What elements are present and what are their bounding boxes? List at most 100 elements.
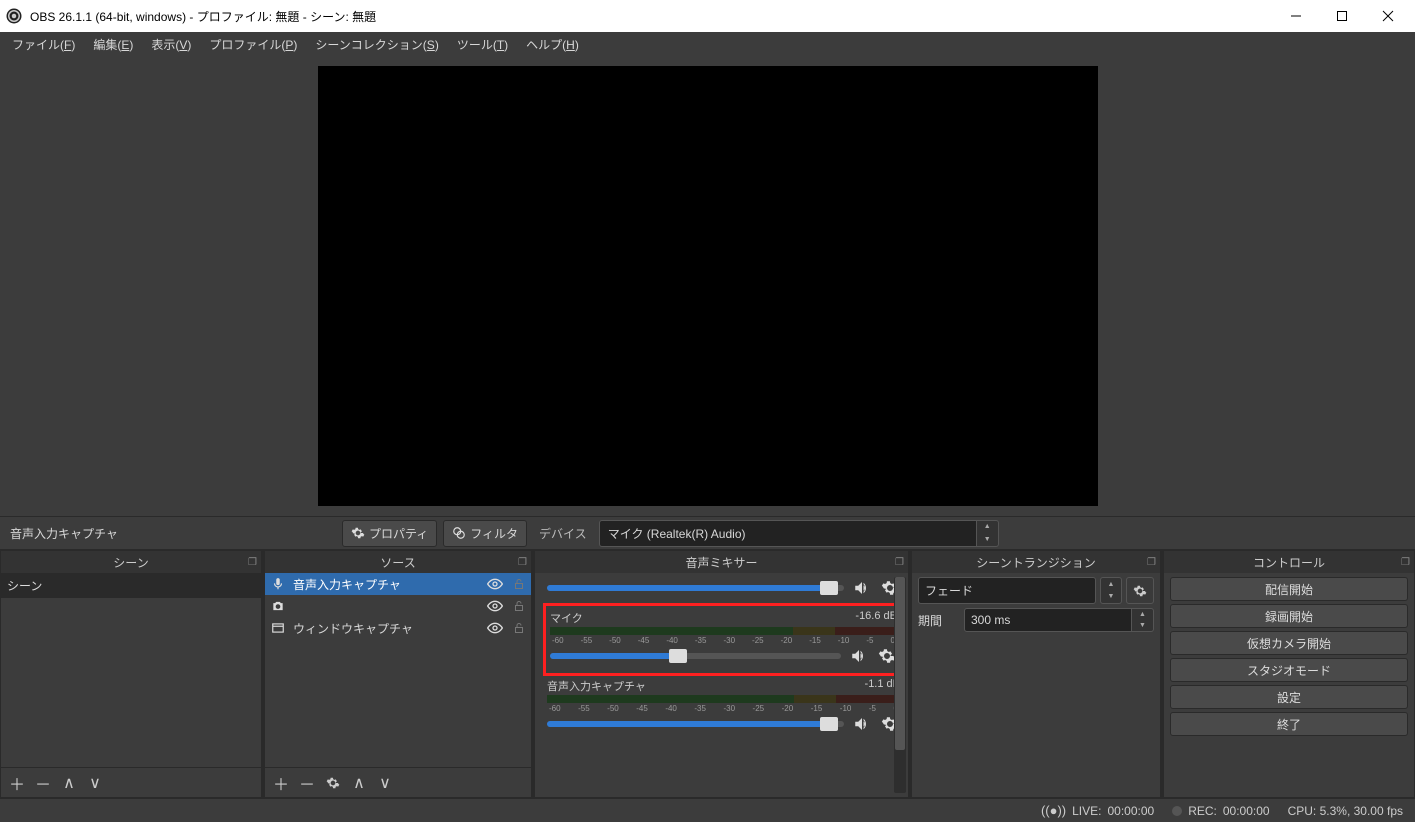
volume-slider[interactable] bbox=[547, 721, 844, 727]
control-button[interactable]: 終了 bbox=[1170, 712, 1408, 736]
volume-meter bbox=[550, 627, 897, 635]
gear-icon bbox=[351, 526, 365, 540]
device-select-value: マイク (Realtek(R) Audio) bbox=[599, 520, 977, 547]
volume-meter bbox=[547, 695, 900, 703]
slider-thumb[interactable] bbox=[820, 581, 838, 595]
titlebar: OBS 26.1.1 (64-bit, windows) - プロファイル: 無… bbox=[0, 0, 1415, 32]
camera-icon bbox=[269, 599, 287, 613]
visibility-toggle[interactable] bbox=[485, 576, 505, 592]
mixer-channel bbox=[545, 577, 902, 603]
remove-source-button[interactable]: － bbox=[297, 773, 317, 793]
device-select[interactable]: マイク (Realtek(R) Audio) ▲▼ bbox=[599, 520, 999, 547]
preview-canvas[interactable] bbox=[318, 66, 1098, 506]
sources-dock-title: ソース bbox=[380, 554, 415, 571]
duration-spinner[interactable]: ▲▼ bbox=[1132, 608, 1154, 632]
statusbar: ((●)) LIVE: 00:00:00 REC: 00:00:00 CPU: … bbox=[0, 798, 1415, 822]
duration-value: 300 ms bbox=[964, 608, 1132, 632]
mixer-channel: マイク-16.6 dB-60-55-50-45-40-35-30-25-20-1… bbox=[548, 608, 899, 671]
speaker-icon[interactable] bbox=[852, 715, 872, 733]
slider-thumb[interactable] bbox=[820, 717, 838, 731]
scenes-dock: シーン ❐ シーン ＋ － ∧ ∨ bbox=[0, 550, 262, 798]
scenes-list[interactable]: シーン bbox=[1, 573, 261, 767]
transition-settings-button[interactable] bbox=[1126, 577, 1154, 604]
control-button[interactable]: 仮想カメラ開始 bbox=[1170, 631, 1408, 655]
menu-v[interactable]: 表示(V) bbox=[143, 34, 199, 55]
volume-slider[interactable] bbox=[550, 653, 841, 659]
preview-area bbox=[0, 56, 1415, 516]
docks-row: シーン ❐ シーン ＋ － ∧ ∨ ソース ❐ 音声入力キャプチャウィンドウキャ… bbox=[0, 550, 1415, 798]
move-source-down-button[interactable]: ∨ bbox=[375, 773, 395, 793]
controls-dock: コントロール ❐ 配信開始録画開始仮想カメラ開始スタジオモード設定終了 bbox=[1163, 550, 1415, 798]
remove-scene-button[interactable]: － bbox=[33, 773, 53, 793]
rec-label: REC: bbox=[1188, 804, 1217, 818]
menu-p[interactable]: プロファイル(P) bbox=[201, 34, 305, 55]
meter-ticks: -60-55-50-45-40-35-30-25-20-15-10-50 bbox=[547, 704, 900, 714]
menu-s[interactable]: シーンコレクション(S) bbox=[307, 34, 446, 55]
transition-type-select[interactable]: フェード bbox=[918, 577, 1096, 604]
channel-name: 音声入力キャプチャ bbox=[547, 678, 646, 694]
source-row[interactable]: 音声入力キャプチャ bbox=[265, 573, 531, 595]
popout-icon[interactable]: ❐ bbox=[1147, 557, 1156, 568]
rec-time: 00:00:00 bbox=[1223, 804, 1270, 818]
speaker-icon[interactable] bbox=[849, 647, 869, 665]
minimize-button[interactable] bbox=[1273, 0, 1319, 32]
menu-f[interactable]: ファイル(F) bbox=[4, 34, 83, 55]
speaker-icon[interactable] bbox=[852, 579, 872, 597]
obs-logo-icon bbox=[4, 6, 24, 26]
lock-toggle[interactable] bbox=[511, 622, 527, 634]
channel-db: -16.6 dB bbox=[855, 610, 897, 626]
menu-h[interactable]: ヘルプ(H) bbox=[518, 34, 587, 55]
popout-icon[interactable]: ❐ bbox=[895, 557, 904, 568]
move-scene-down-button[interactable]: ∨ bbox=[85, 773, 105, 793]
move-source-up-button[interactable]: ∧ bbox=[349, 773, 369, 793]
live-time: 00:00:00 bbox=[1107, 804, 1154, 818]
filters-button-label: フィルタ bbox=[470, 525, 518, 542]
lock-toggle[interactable] bbox=[511, 578, 527, 590]
mixer-body: マイク -16.6 dB -60-55-50-45-40-35-30-25-20-1… bbox=[535, 573, 908, 797]
transitions-body: フェード ▲▼ 期間 300 ms ▲▼ bbox=[912, 573, 1160, 797]
sources-dock: ソース ❐ 音声入力キャプチャウィンドウキャプチャ ＋ － ∧ ∨ bbox=[264, 550, 532, 798]
visibility-toggle[interactable] bbox=[485, 620, 505, 636]
source-row[interactable] bbox=[265, 595, 531, 617]
properties-button[interactable]: プロパティ bbox=[342, 520, 437, 547]
scenes-toolbar: ＋ － ∧ ∨ bbox=[1, 767, 261, 797]
properties-button-label: プロパティ bbox=[369, 525, 428, 542]
selected-source-label: 音声入力キャプチャ bbox=[6, 525, 336, 542]
control-button[interactable]: 録画開始 bbox=[1170, 604, 1408, 628]
menubar: ファイル(F)編集(E)表示(V)プロファイル(P)シーンコレクション(S)ツー… bbox=[0, 32, 1415, 56]
add-source-button[interactable]: ＋ bbox=[271, 773, 291, 793]
slider-thumb[interactable] bbox=[669, 649, 687, 663]
maximize-button[interactable] bbox=[1319, 0, 1365, 32]
cpu-text: CPU: 5.3%, 30.00 fps bbox=[1288, 804, 1403, 818]
menu-e[interactable]: 編集(E) bbox=[85, 34, 141, 55]
lock-toggle[interactable] bbox=[511, 600, 527, 612]
menu-t[interactable]: ツール(T) bbox=[449, 34, 516, 55]
channel-name: マイク bbox=[550, 610, 583, 626]
source-row[interactable]: ウィンドウキャプチャ bbox=[265, 617, 531, 639]
filters-button[interactable]: フィルタ bbox=[443, 520, 527, 547]
control-button[interactable]: 配信開始 bbox=[1170, 577, 1408, 601]
visibility-toggle[interactable] bbox=[485, 598, 505, 614]
popout-icon[interactable]: ❐ bbox=[518, 557, 527, 568]
status-rec: REC: 00:00:00 bbox=[1172, 804, 1269, 818]
duration-input[interactable]: 300 ms ▲▼ bbox=[964, 608, 1154, 632]
transition-type-spinner[interactable]: ▲▼ bbox=[1100, 577, 1122, 604]
mixer-scrollbar[interactable] bbox=[894, 577, 906, 793]
controls-dock-title: コントロール bbox=[1253, 554, 1325, 571]
control-button[interactable]: 設定 bbox=[1170, 685, 1408, 709]
popout-icon[interactable]: ❐ bbox=[1401, 557, 1410, 568]
scene-item[interactable]: シーン bbox=[1, 573, 261, 598]
status-cpu: CPU: 5.3%, 30.00 fps bbox=[1288, 804, 1403, 818]
sources-list[interactable]: 音声入力キャプチャウィンドウキャプチャ bbox=[265, 573, 531, 767]
close-button[interactable] bbox=[1365, 0, 1411, 32]
transitions-dock-header: シーントランジション ❐ bbox=[912, 551, 1160, 573]
control-button[interactable]: スタジオモード bbox=[1170, 658, 1408, 682]
mixer-scrollbar-thumb[interactable] bbox=[895, 577, 905, 750]
volume-slider[interactable] bbox=[547, 585, 844, 591]
popout-icon[interactable]: ❐ bbox=[248, 557, 257, 568]
add-scene-button[interactable]: ＋ bbox=[7, 773, 27, 793]
mixer-channel: 音声入力キャプチャ-1.1 dB-60-55-50-45-40-35-30-25… bbox=[545, 676, 902, 739]
device-select-spinner[interactable]: ▲▼ bbox=[977, 520, 999, 547]
move-scene-up-button[interactable]: ∧ bbox=[59, 773, 79, 793]
source-settings-button[interactable] bbox=[323, 773, 343, 793]
